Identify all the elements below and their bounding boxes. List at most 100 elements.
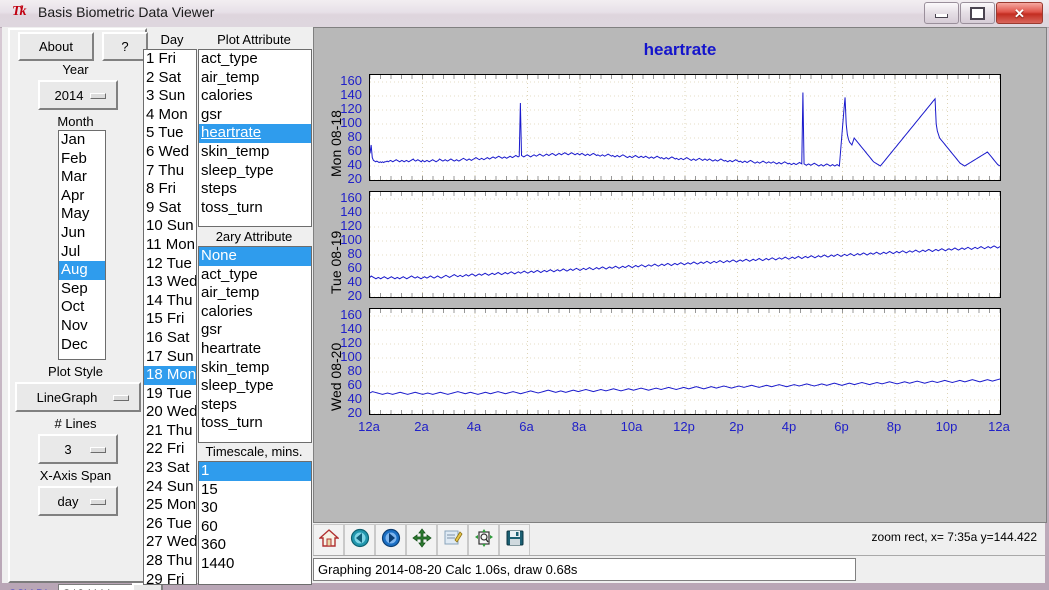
plot-attr-item-sleep-type[interactable]: sleep_type [199, 162, 311, 181]
month-item-mar[interactable]: Mar [59, 168, 105, 187]
minimize-button[interactable] [924, 2, 959, 24]
pan-move-button[interactable] [406, 524, 437, 556]
xaxis-span-dropdown[interactable]: day [38, 486, 118, 516]
month-item-aug[interactable]: Aug [59, 261, 105, 280]
month-item-jul[interactable]: Jul [59, 243, 105, 262]
day-item-4-mon[interactable]: 4 Mon [144, 106, 196, 125]
day-item-22-fri[interactable]: 22 Fri [144, 440, 196, 459]
num-lines-dropdown[interactable]: 3 [38, 434, 118, 464]
month-item-dec[interactable]: Dec [59, 336, 105, 355]
day-item-23-sat[interactable]: 23 Sat [144, 459, 196, 478]
status-message[interactable]: Graphing 2014-08-20 Calc 1.06s, draw 0.6… [313, 558, 856, 581]
day-item-14-thu[interactable]: 14 Thu [144, 292, 196, 311]
sec-attr-item-air-temp[interactable]: air_temp [199, 284, 311, 303]
home-button[interactable] [313, 524, 344, 556]
day-item-1-fri[interactable]: 1 Fri [144, 50, 196, 69]
window-titlebar: Tk Basis Biometric Data Viewer ✕ [0, 0, 1049, 28]
plot-attr-item-act-type[interactable]: act_type [199, 50, 311, 69]
dropdown-indicator-icon [90, 93, 106, 99]
sec-attr-item-toss-turn[interactable]: toss_turn [199, 414, 311, 433]
save-disk-button[interactable] [499, 524, 530, 556]
day-item-10-sun[interactable]: 10 Sun [144, 217, 196, 236]
day-item-20-wed[interactable]: 20 Wed [144, 403, 196, 422]
plot-attr-item-gsr[interactable]: gsr [199, 106, 311, 125]
month-item-oct[interactable]: Oct [59, 298, 105, 317]
day-item-7-thu[interactable]: 7 Thu [144, 162, 196, 181]
month-item-jan[interactable]: Jan [59, 131, 105, 150]
chart-canvas[interactable]: heartrate Mon 08-18 20 40 60 80 100 120 140 160 T… [313, 27, 1047, 523]
month-item-jun[interactable]: Jun [59, 224, 105, 243]
month-item-feb[interactable]: Feb [59, 150, 105, 169]
sec-attr-item-act-type[interactable]: act_type [199, 266, 311, 285]
plot-attr-item-calories[interactable]: calories [199, 87, 311, 106]
day-item-15-fri[interactable]: 15 Fri [144, 310, 196, 329]
zoom-rect-button[interactable] [468, 524, 499, 556]
month-item-may[interactable]: May [59, 205, 105, 224]
day-item-27-wed[interactable]: 27 Wed [144, 533, 196, 552]
sec-attr-item-sleep-type[interactable]: sleep_type [199, 377, 311, 396]
timescale-item-30[interactable]: 30 [199, 499, 311, 518]
plot-attr-item-toss-turn[interactable]: toss_turn [199, 199, 311, 218]
timescale-item-1[interactable]: 1 [199, 462, 311, 481]
month-item-nov[interactable]: Nov [59, 317, 105, 336]
sec-attr-item-gsr[interactable]: gsr [199, 321, 311, 340]
chart-subplot[interactable] [369, 308, 1001, 415]
month-item-sep[interactable]: Sep [59, 280, 105, 299]
day-item-19-tue[interactable]: 19 Tue [144, 385, 196, 404]
sec-attr-item-steps[interactable]: steps [199, 396, 311, 415]
month-item-apr[interactable]: Apr [59, 187, 105, 206]
day-item-13-wed[interactable]: 13 Wed [144, 273, 196, 292]
timescale-item-1440[interactable]: 1440 [199, 555, 311, 574]
day-item-6-wed[interactable]: 6 Wed [144, 143, 196, 162]
day-item-12-tue[interactable]: 12 Tue [144, 255, 196, 274]
plot-attr-item-steps[interactable]: steps [199, 180, 311, 199]
csv-dir-input[interactable]: C:\8rkidrives [58, 584, 135, 590]
timescale-label: Timescale, mins. [205, 444, 303, 459]
day-item-21-thu[interactable]: 21 Thu [144, 422, 196, 441]
day-item-29-fri[interactable]: 29 Fri [144, 571, 196, 584]
day-item-5-tue[interactable]: 5 Tue [144, 124, 196, 143]
about-button[interactable]: About [18, 32, 94, 61]
plot-attr-item-heartrate[interactable]: heartrate [199, 124, 311, 143]
secondary-attribute-listbox[interactable]: None act_type air_temp calories gsr heartrate… [198, 246, 312, 443]
plot-attr-item-air-temp[interactable]: air_temp [199, 69, 311, 88]
day-item-26-tue[interactable]: 26 Tue [144, 515, 196, 534]
day-item-25-mon[interactable]: 25 Mon [144, 496, 196, 515]
sec-attr-item-skin-temp[interactable]: skin_temp [199, 359, 311, 378]
sec-attr-item-none[interactable]: None [199, 247, 311, 266]
day-item-16-sat[interactable]: 16 Sat [144, 329, 196, 348]
plot-style-dropdown[interactable]: LineGraph [15, 382, 141, 412]
day-item-28-thu[interactable]: 28 Thu [144, 552, 196, 571]
close-button[interactable]: ✕ [996, 2, 1043, 24]
forward-arrow-button[interactable] [375, 524, 406, 556]
month-listbox[interactable]: Jan Feb Mar Apr May Jun Jul Aug Sep Oct Nov Dec [58, 130, 106, 360]
sec-attr-item-heartrate[interactable]: heartrate [199, 340, 311, 359]
back-arrow-button[interactable] [344, 524, 375, 556]
timescale-item-60[interactable]: 60 [199, 518, 311, 537]
forward-arrow-icon [381, 528, 401, 553]
day-item-8-fri[interactable]: 8 Fri [144, 180, 196, 199]
plot-attribute-listbox[interactable]: act_type air_temp calories gsr heartrate skin… [198, 49, 312, 227]
sec-attr-item-calories[interactable]: calories [199, 303, 311, 322]
timescale-item-360[interactable]: 360 [199, 536, 311, 555]
maximize-button[interactable] [960, 2, 995, 24]
day-item-9-sat[interactable]: 9 Sat [144, 199, 196, 218]
day-listbox[interactable]: 1 Fri 2 Sat 3 Sun 4 Mon 5 Tue 6 Wed 7 Thu 8 Fri… [143, 49, 197, 585]
timescale-listbox[interactable]: 1 15 30 60 360 1440 [198, 461, 312, 585]
day-item-24-sun[interactable]: 24 Sun [144, 478, 196, 497]
chart-subplot[interactable] [369, 74, 1001, 181]
day-item-3-sun[interactable]: 3 Sun [144, 87, 196, 106]
subplot-svg [370, 75, 1000, 180]
year-dropdown[interactable]: 2014 [38, 80, 118, 110]
chart-subplot[interactable] [369, 191, 1001, 298]
year-value: 2014 [54, 87, 84, 103]
day-item-2-sat[interactable]: 2 Sat [144, 69, 196, 88]
day-item-11-mon[interactable]: 11 Mon [144, 236, 196, 255]
y-tick-label: 60 [347, 260, 362, 275]
day-item-17-sun[interactable]: 17 Sun [144, 348, 196, 367]
timescale-item-15[interactable]: 15 [199, 481, 311, 500]
configure-subplots-button[interactable] [437, 524, 468, 556]
plot-attr-item-skin-temp[interactable]: skin_temp [199, 143, 311, 162]
x-tick-label: 6a [519, 419, 534, 434]
day-item-18-mon[interactable]: 18 Mon [144, 366, 196, 385]
